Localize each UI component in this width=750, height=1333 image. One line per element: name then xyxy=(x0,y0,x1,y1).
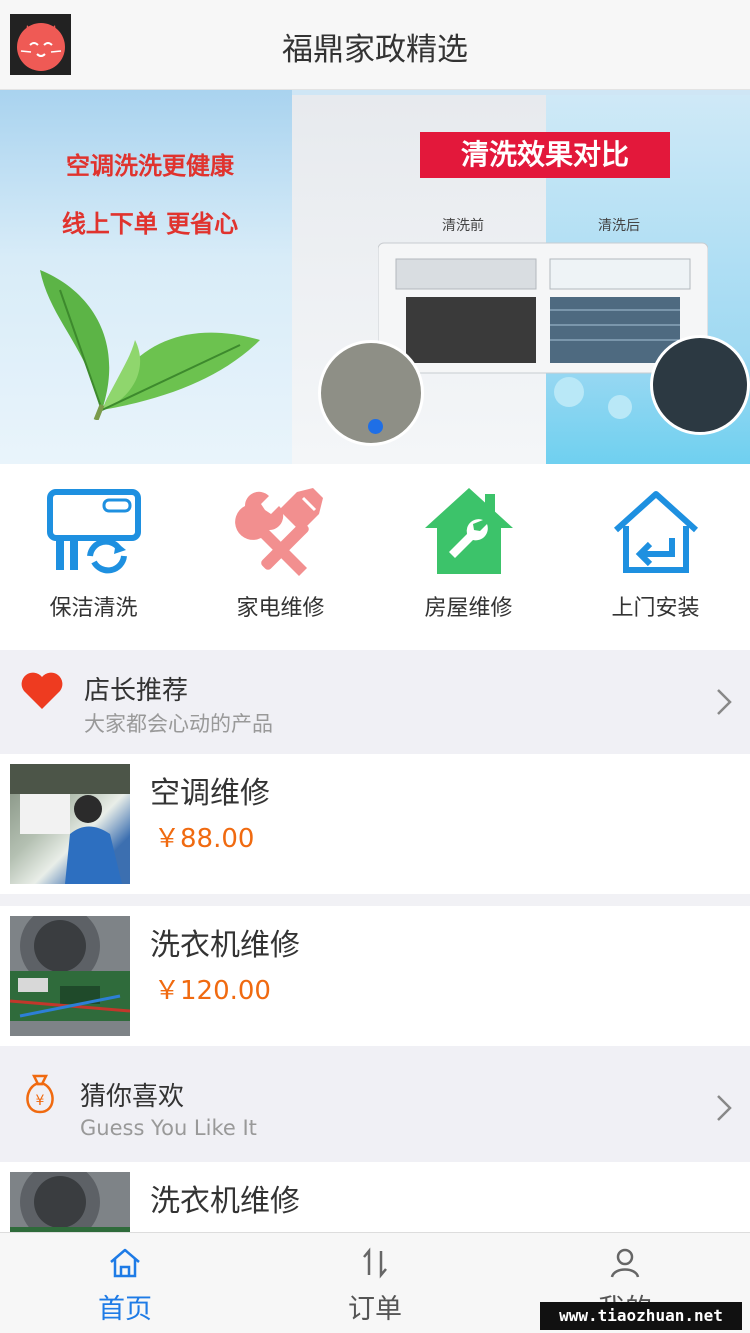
tools-icon xyxy=(234,488,323,576)
after-label: 清洗后 xyxy=(598,218,640,234)
product-thumbnail xyxy=(10,764,130,884)
category-cleaning[interactable]: 保洁清洗 xyxy=(0,464,187,650)
leaf-illustration xyxy=(40,270,260,420)
recommend-section-header[interactable]: 店长推荐 大家都会心动的产品 xyxy=(0,650,750,754)
product-price: ￥120.00 xyxy=(154,976,271,1006)
category-label: 房屋维修 xyxy=(424,596,513,621)
page-title: 福鼎家政精选 xyxy=(282,32,468,68)
banner-pagination-dot[interactable] xyxy=(368,419,383,434)
banner-compare-title: 清洗效果对比 xyxy=(420,132,670,178)
chevron-right-icon xyxy=(717,689,732,715)
banner-left-panel: 空调洗洗更健康 线上下单 更省心 xyxy=(0,90,292,464)
svg-text:¥: ¥ xyxy=(36,1093,45,1109)
banner-slogan-line1: 空调洗洗更健康 xyxy=(66,152,234,180)
money-bag-icon: ¥ xyxy=(26,1074,54,1114)
tab-label: 订单 xyxy=(348,1294,402,1325)
tab-home[interactable]: 首页 xyxy=(0,1233,250,1333)
guess-title: 猜你喜欢 xyxy=(80,1082,185,1112)
category-label: 保洁清洗 xyxy=(49,596,138,621)
product-name: 空调维修 xyxy=(150,776,270,811)
guess-subtitle: Guess You Like It xyxy=(80,1116,257,1140)
leaf-bubble xyxy=(608,395,632,419)
home-icon xyxy=(110,1248,140,1278)
promo-banner[interactable]: 空调洗洗更健康 线上下单 更省心 清洗效果对比 清洗前 清洗后 xyxy=(0,90,750,464)
heart-icon xyxy=(21,672,63,709)
product-row[interactable]: 洗衣机维修 ￥120.00 xyxy=(0,906,750,1046)
home-return-icon xyxy=(613,491,698,573)
site-watermark: www.tiaozhuan.net xyxy=(540,1302,742,1330)
sort-icon xyxy=(363,1247,387,1279)
app-screen: 福鼎家政精选 空调洗洗更健康 线上下单 更省心 清洗效果对比 清洗前 清洗后 保… xyxy=(0,0,750,1333)
category-label: 上门安装 xyxy=(611,596,700,621)
product-name: 洗衣机维修 xyxy=(150,1184,300,1219)
recommend-subtitle: 大家都会心动的产品 xyxy=(84,712,273,736)
leaf-bubble xyxy=(554,377,584,407)
chevron-right-icon xyxy=(717,1095,732,1121)
recommend-title: 店长推荐 xyxy=(84,676,189,706)
category-house-repair[interactable]: 房屋维修 xyxy=(375,464,562,650)
house-wrench-icon xyxy=(424,488,513,574)
air-conditioner-icon xyxy=(46,489,141,574)
guess-section-header[interactable]: ¥ 猜你喜欢 Guess You Like It xyxy=(0,1046,750,1162)
product-name: 洗衣机维修 xyxy=(150,928,300,963)
category-label: 家电维修 xyxy=(236,596,325,621)
category-appliance-repair[interactable]: 家电维修 xyxy=(187,464,374,650)
product-row[interactable]: 空调维修 ￥88.00 xyxy=(0,754,750,894)
user-icon xyxy=(610,1248,640,1278)
top-header: 福鼎家政精选 xyxy=(0,0,750,90)
category-home-install[interactable]: 上门安装 xyxy=(562,464,749,650)
banner-right-panel: 清洗效果对比 清洗前 清洗后 xyxy=(292,95,750,464)
product-thumbnail xyxy=(10,916,130,1036)
category-grid: 保洁清洗 家电维修 房屋维修 上门安装 xyxy=(0,464,750,650)
before-label: 清洗前 xyxy=(442,218,484,234)
product-price: ￥88.00 xyxy=(154,824,255,854)
tab-label: 首页 xyxy=(98,1294,152,1325)
after-zoom-circle xyxy=(650,335,750,435)
tab-orders[interactable]: 订单 xyxy=(250,1233,500,1333)
